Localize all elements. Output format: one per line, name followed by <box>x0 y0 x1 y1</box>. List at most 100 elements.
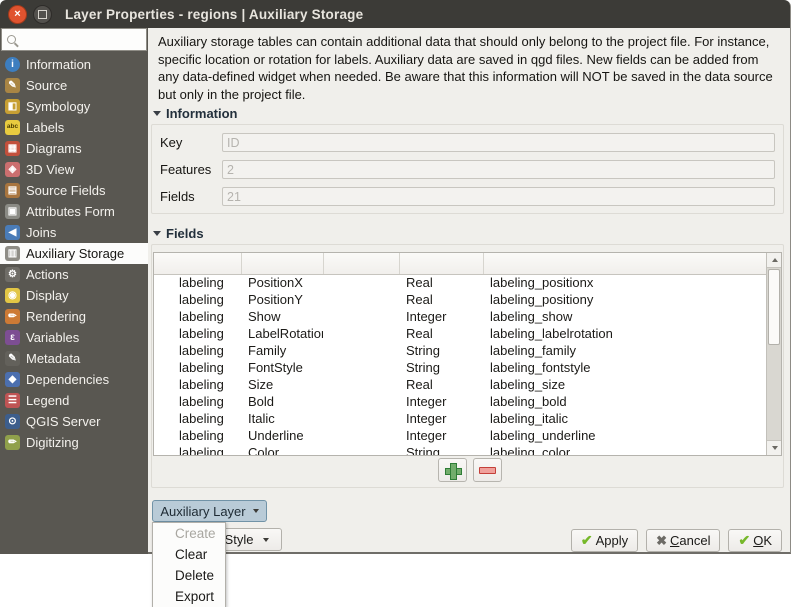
search-icon <box>7 35 16 44</box>
table-row[interactable]: labeling LabelRotation Real labeling_lab… <box>154 325 766 342</box>
table-header-row <box>154 253 766 274</box>
maximize-button[interactable] <box>33 5 52 24</box>
digitizing-icon: ✏ <box>5 435 20 450</box>
table-row[interactable]: labeling Underline Integer labeling_unde… <box>154 427 766 444</box>
information-section-header[interactable]: Information <box>153 106 238 121</box>
cross-icon <box>656 533 667 549</box>
sidebar-item-information[interactable]: i Information <box>0 54 148 75</box>
info-field-input[interactable] <box>222 160 775 179</box>
sidebar-item-label: Symbology <box>26 99 90 114</box>
menu-item-export[interactable]: Export <box>153 586 225 607</box>
sidebar-item-label: QGIS Server <box>26 414 100 429</box>
ok-button[interactable]: OK <box>728 529 782 552</box>
sidebar-item-qgis-server[interactable]: ⊙ QGIS Server <box>0 411 148 432</box>
sidebar-item-legend[interactable]: ☰ Legend <box>0 390 148 411</box>
vertical-scrollbar[interactable] <box>766 253 781 455</box>
sidebar-item-variables[interactable]: ε Variables <box>0 327 148 348</box>
sidebar-item-label: Source <box>26 78 67 93</box>
scroll-up-button[interactable] <box>767 253 782 268</box>
column-header[interactable] <box>323 253 399 274</box>
sidebar-item-digitizing[interactable]: ✏ Digitizing <box>0 432 148 453</box>
menu-item-delete[interactable]: Delete <box>153 565 225 586</box>
sidebar-item-diagrams[interactable]: ▦ Diagrams <box>0 138 148 159</box>
check-icon <box>581 532 593 549</box>
dialog-buttons: Apply Cancel OK <box>571 529 782 552</box>
sidebar-item-label: Metadata <box>26 351 80 366</box>
actions-icon: ⚙ <box>5 267 20 282</box>
column-header[interactable] <box>154 253 241 274</box>
sidebar-item-display[interactable]: ◉ Display <box>0 285 148 306</box>
legend-icon: ☰ <box>5 393 20 408</box>
table-row[interactable]: labeling Bold Integer labeling_bold <box>154 393 766 410</box>
table-row[interactable]: labeling FontStyle String labeling_fonts… <box>154 359 766 376</box>
sidebar-item-auxiliary-storage[interactable]: ▥ Auxiliary Storage <box>0 243 148 264</box>
rendering-icon: ✏ <box>5 309 20 324</box>
collapse-triangle-icon <box>153 231 161 236</box>
scrollbar-thumb[interactable] <box>768 269 780 345</box>
sidebar-item-label: 3D View <box>26 162 74 177</box>
column-header[interactable] <box>483 253 766 274</box>
menu-item-clear[interactable]: Clear <box>153 544 225 565</box>
column-header[interactable] <box>399 253 483 274</box>
menu-item-create[interactable]: Create <box>153 523 225 544</box>
sidebar-item-3d-view[interactable]: ◈ 3D View <box>0 159 148 180</box>
add-field-button[interactable] <box>438 458 467 482</box>
info-field-row: Key <box>160 133 775 152</box>
sidebar-item-source[interactable]: ✎ Source <box>0 75 148 96</box>
sidebar-item-label: Auxiliary Storage <box>26 246 124 261</box>
sidebar-item-label: Source Fields <box>26 183 105 198</box>
close-icon: × <box>14 9 20 20</box>
info-field-input[interactable] <box>222 133 775 152</box>
arrow-up-icon <box>772 258 778 262</box>
sidebar-item-label: Attributes Form <box>26 204 115 219</box>
sidebar-item-dependencies[interactable]: ◆ Dependencies <box>0 369 148 390</box>
table-row[interactable]: labeling Size Real labeling_size <box>154 376 766 393</box>
button-label: Apply <box>596 533 629 548</box>
sidebar-item-metadata[interactable]: ✎ Metadata <box>0 348 148 369</box>
auxiliary-storage-description: Auxiliary storage tables can contain add… <box>158 33 782 103</box>
window-title: Layer Properties - regions | Auxiliary S… <box>65 7 363 22</box>
column-header[interactable] <box>241 253 323 274</box>
sidebar-item-joins[interactable]: ◀ Joins <box>0 222 148 243</box>
sidebar-item-labels[interactable]: abc Labels <box>0 117 148 138</box>
labels-icon: abc <box>5 120 20 135</box>
sidebar-item-attributes-form[interactable]: ▣ Attributes Form <box>0 201 148 222</box>
close-button[interactable]: × <box>8 5 27 24</box>
sidebar-item-rendering[interactable]: ✏ Rendering <box>0 306 148 327</box>
apply-button[interactable]: Apply <box>571 529 638 552</box>
remove-field-button[interactable] <box>473 458 502 482</box>
auxiliary-layer-button[interactable]: Auxiliary Layer <box>152 500 267 522</box>
sidebar-item-label: Digitizing <box>26 435 79 450</box>
titlebar: × Layer Properties - regions | Auxiliary… <box>0 0 790 28</box>
cancel-button[interactable]: Cancel <box>646 529 720 552</box>
auxiliary-layer-menu: Create Clear Delete Export <box>152 522 226 607</box>
sidebar-item-label: Rendering <box>26 309 86 324</box>
main-panel: Auxiliary storage tables can contain add… <box>148 28 791 554</box>
joins-icon: ◀ <box>5 225 20 240</box>
scroll-down-button[interactable] <box>767 440 782 455</box>
table-row[interactable]: labeling PositionY Real labeling_positio… <box>154 291 766 308</box>
sidebar: i Information ✎ Source ◧ Symbology <box>0 28 148 554</box>
table-row[interactable]: labeling PositionX Real labeling_positio… <box>154 274 766 291</box>
sidebar-item-label: Diagrams <box>26 141 82 156</box>
table-body: labeling PositionX Real labeling_positio… <box>154 274 766 456</box>
diagrams-icon: ▦ <box>5 141 20 156</box>
sidebar-item-label: Display <box>26 288 69 303</box>
table-row[interactable]: labeling Italic Integer labeling_italic <box>154 410 766 427</box>
source-icon: ✎ <box>5 78 20 93</box>
sidebar-item-actions[interactable]: ⚙ Actions <box>0 264 148 285</box>
search-input[interactable] <box>20 33 130 47</box>
sidebar-item-label: Joins <box>26 225 56 240</box>
variables-icon: ε <box>5 330 20 345</box>
sidebar-item-symbology[interactable]: ◧ Symbology <box>0 96 148 117</box>
display-icon: ◉ <box>5 288 20 303</box>
info-field-input[interactable] <box>222 187 775 206</box>
table-row[interactable]: labeling Color String labeling_color <box>154 444 766 456</box>
table-row[interactable]: labeling Family String labeling_family <box>154 342 766 359</box>
fields-section-header[interactable]: Fields <box>153 226 204 241</box>
auxiliary-storage-icon: ▥ <box>5 246 20 261</box>
symbology-icon: ◧ <box>5 99 20 114</box>
table-row[interactable]: labeling Show Integer labeling_show <box>154 308 766 325</box>
sidebar-item-label: Legend <box>26 393 69 408</box>
sidebar-item-source-fields[interactable]: ▤ Source Fields <box>0 180 148 201</box>
